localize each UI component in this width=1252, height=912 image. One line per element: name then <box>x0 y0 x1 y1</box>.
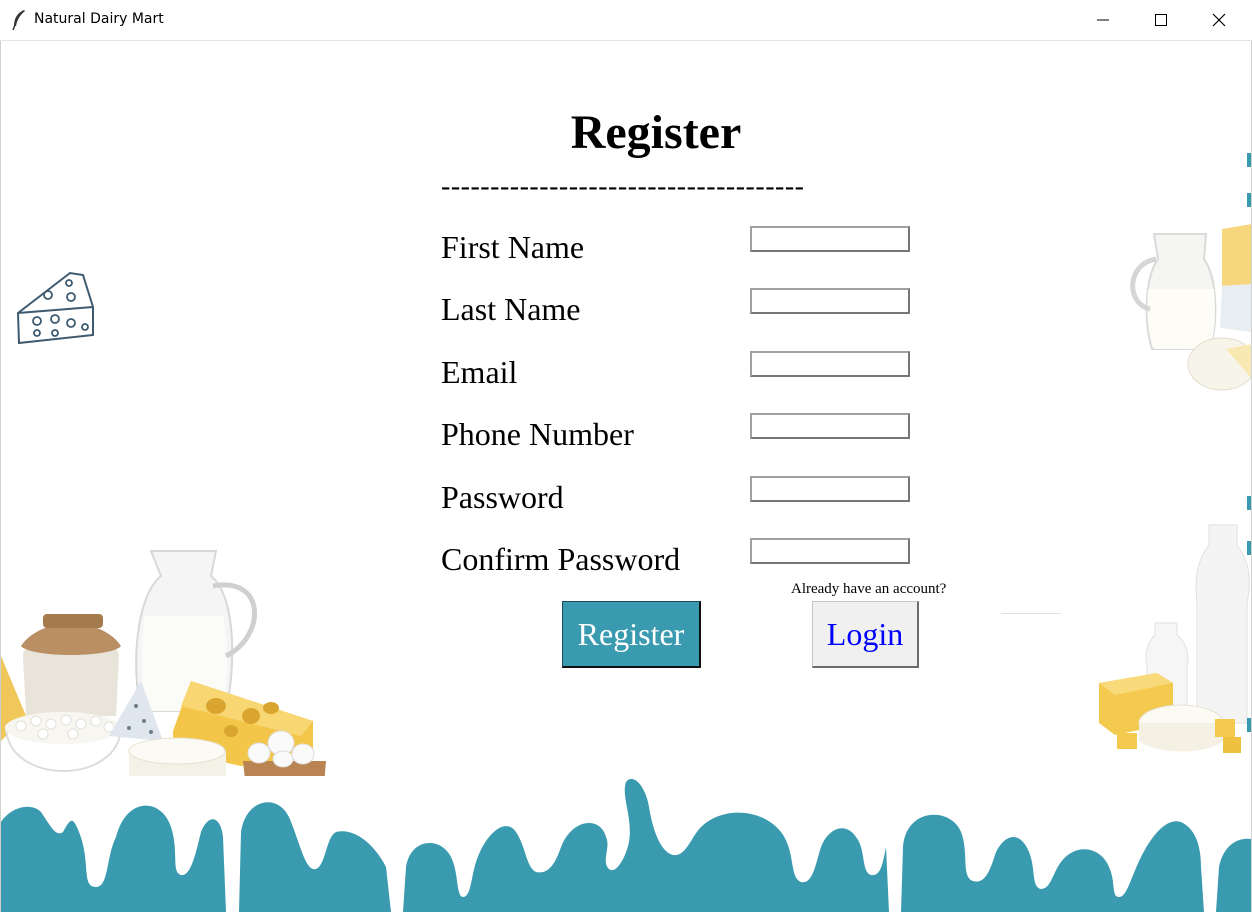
login-hint: Already have an account? <box>791 581 947 597</box>
edge-accent <box>1247 718 1251 732</box>
maximize-icon <box>1155 14 1167 26</box>
page-title: Register <box>570 106 742 159</box>
email-field[interactable] <box>750 351 910 377</box>
dairy-products-illustration <box>1 550 326 776</box>
drip-footer-decoration <box>1 778 1251 912</box>
register-window: Register -------------------------------… <box>0 41 1252 912</box>
minimize-icon <box>1097 19 1109 21</box>
feather-icon <box>10 9 28 31</box>
password-field[interactable] <box>750 476 910 502</box>
password-label: Password <box>441 479 564 515</box>
email-label: Email <box>441 354 518 390</box>
first-name-label: First Name <box>441 229 585 265</box>
last-name-field[interactable] <box>750 288 910 314</box>
milk-bottles-illustration <box>1099 524 1250 753</box>
minimize-button[interactable] <box>1074 0 1132 40</box>
edge-accent <box>1247 193 1251 207</box>
divider-line <box>1001 613 1061 614</box>
confirm-password-field[interactable] <box>750 538 910 564</box>
title-divider: ------------------------------------- <box>441 171 805 202</box>
confirm-password-label: Confirm Password <box>441 541 681 577</box>
edge-accent <box>1247 496 1251 510</box>
close-icon <box>1212 13 1226 27</box>
cheese-outline-icon <box>16 271 94 345</box>
phone-number-field[interactable] <box>750 413 910 439</box>
edge-accent <box>1247 541 1251 555</box>
maximize-button[interactable] <box>1132 0 1190 40</box>
phone-number-label: Phone Number <box>441 416 634 452</box>
edge-accent <box>1247 153 1251 167</box>
window-title: Natural Dairy Mart <box>34 11 164 27</box>
login-button[interactable]: Login <box>812 601 919 668</box>
close-button[interactable] <box>1190 0 1248 40</box>
first-name-field[interactable] <box>750 226 910 252</box>
register-button[interactable]: Register <box>562 601 701 668</box>
last-name-label: Last Name <box>441 291 581 327</box>
milk-jug-illustration <box>1130 224 1251 391</box>
title-bar: Natural Dairy Mart <box>0 0 1252 41</box>
